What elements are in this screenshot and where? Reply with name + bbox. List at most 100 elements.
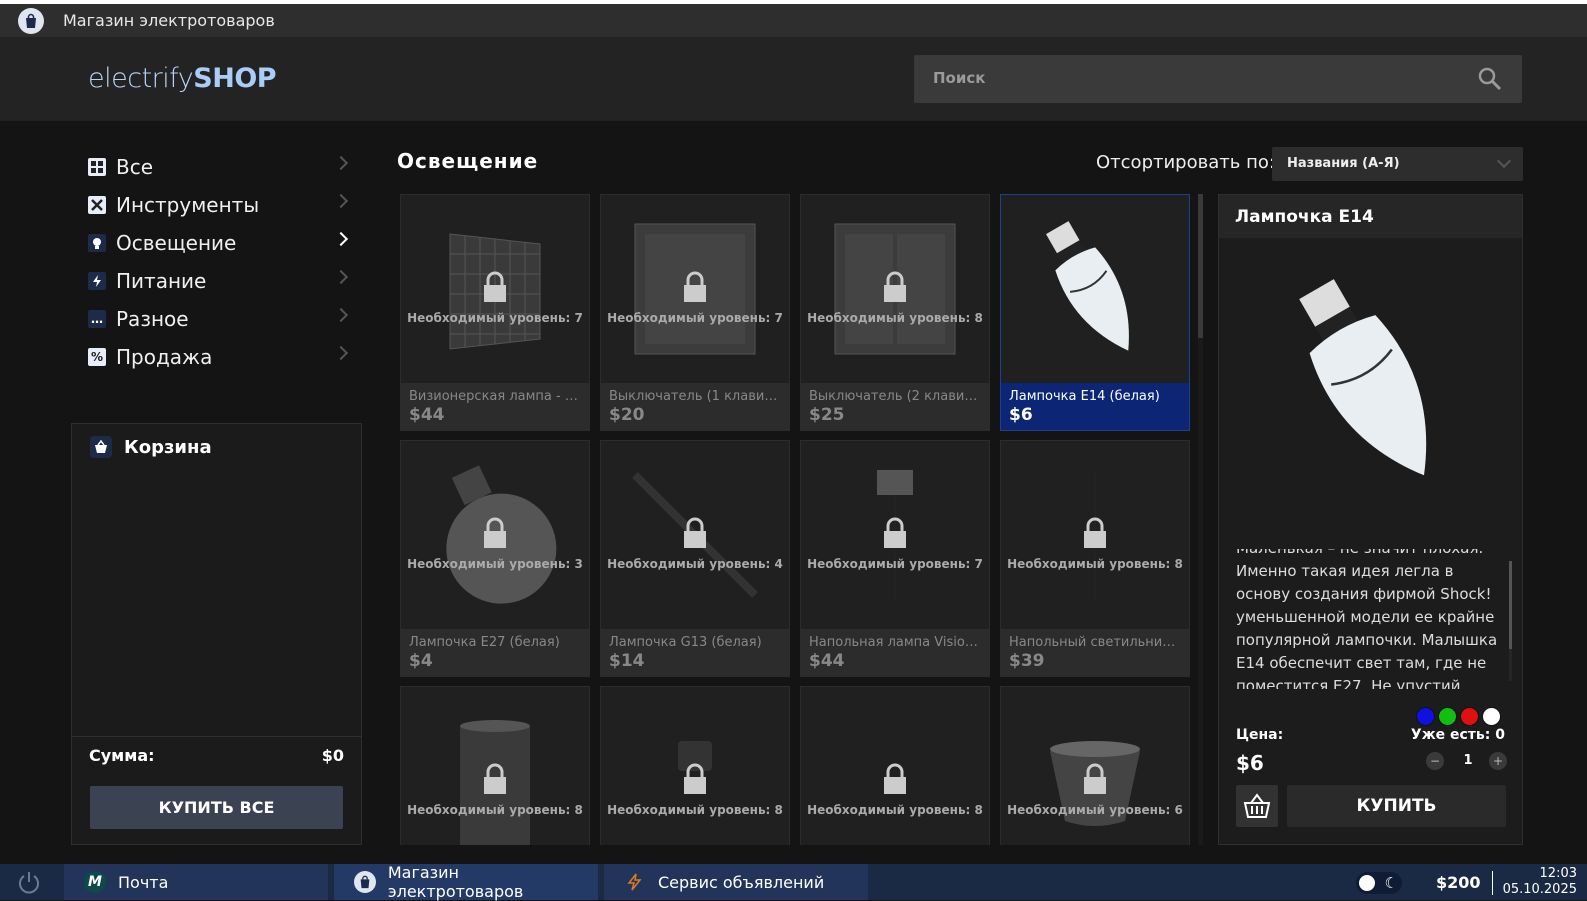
required-level: Необходимый уровень: 6	[1007, 803, 1183, 817]
clock: 12:03 05.10.2025	[1503, 866, 1577, 898]
product-card[interactable]: Необходимый уровень: 6	[1000, 686, 1190, 845]
product-detail-panel: Лампочка E14 Маленькая – не значит плоха…	[1218, 194, 1523, 845]
required-level: Необходимый уровень: 7	[807, 557, 983, 571]
product-footer: Выключатель (2 клавиши) $25	[801, 383, 989, 430]
quantity-value[interactable]: 1	[1462, 753, 1474, 768]
color-swatch-green[interactable]	[1438, 707, 1457, 726]
category-label: Все	[116, 155, 154, 179]
product-card[interactable]: Необходимый уровень: 8 Напольный светиль…	[1000, 440, 1190, 677]
description-scrollbar[interactable]	[1509, 561, 1512, 681]
price-label: Цена:	[1236, 727, 1284, 743]
product-name: Лампочка E27 (белая)	[409, 635, 560, 650]
add-to-cart-button[interactable]	[1236, 785, 1278, 827]
lock-icon	[484, 517, 506, 548]
lock-icon	[1084, 517, 1106, 548]
color-swatch-blue[interactable]	[1416, 707, 1435, 726]
divider	[72, 736, 361, 737]
grid-icon	[88, 158, 106, 176]
grid-scrollbar[interactable]	[1198, 194, 1203, 845]
category-label: Инструменты	[116, 193, 260, 217]
taskbar-label: Магазин электротоваров	[387, 863, 524, 901]
product-name: Выключатель (1 клавиша)	[609, 389, 781, 404]
category-tools[interactable]: Инструменты	[88, 186, 358, 224]
product-price: $44	[809, 651, 845, 671]
cart-sum-value: $0	[321, 746, 344, 765]
scrollbar-thumb[interactable]	[1198, 194, 1203, 338]
category-list: Все Инструменты Освещение Питание … Разн…	[88, 148, 358, 376]
decrement-button[interactable]: −	[1426, 752, 1444, 770]
required-level: Необходимый уровень: 8	[807, 311, 983, 325]
taskbar-item-mail[interactable]: M Почта	[64, 864, 328, 900]
product-card[interactable]: Необходимый уровень: 7 Визионерская ламп…	[400, 194, 590, 431]
basket-icon	[1243, 793, 1271, 818]
owned-count: Уже есть: 0	[1410, 727, 1505, 743]
product-card[interactable]: Необходимый уровень: 7 Выключатель (1 кл…	[600, 194, 790, 431]
required-level: Необходимый уровень: 8	[1007, 557, 1183, 571]
product-card[interactable]: Необходимый уровень: 3 Лампочка E27 (бел…	[400, 440, 590, 677]
product-card[interactable]: Необходимый уровень: 7 Напольная лампа V…	[800, 440, 990, 677]
search-input[interactable]: Поиск	[914, 55, 1522, 103]
shop-bag-icon	[354, 871, 376, 893]
product-name: Выключатель (2 клавиши)	[809, 389, 981, 404]
balance: $200	[1436, 873, 1481, 892]
required-level: Необходимый уровень: 8	[407, 803, 583, 817]
chevron-right-icon	[333, 231, 349, 247]
detail-title: Лампочка E14	[1235, 207, 1374, 227]
cart-sum-label: Сумма:	[89, 746, 155, 765]
logo-part2: SHOP	[193, 63, 277, 94]
category-misc[interactable]: … Разное	[88, 300, 358, 338]
category-lighting[interactable]: Освещение	[88, 224, 358, 262]
taskbar-item-ads[interactable]: Сервис объявлений	[604, 864, 868, 900]
increment-button[interactable]: +	[1489, 752, 1507, 770]
product-name: Напольная лампа Visiona...	[809, 635, 981, 650]
search-icon[interactable]	[1478, 67, 1502, 91]
logo-part1: electrify	[88, 63, 194, 94]
required-level: Необходимый уровень: 8	[607, 803, 783, 817]
required-level: Необходимый уровень: 4	[607, 557, 783, 571]
color-swatch-white[interactable]	[1482, 707, 1501, 726]
category-sale[interactable]: % Продажа	[88, 338, 358, 376]
product-card[interactable]: Необходимый уровень: 8 Выключатель (2 кл…	[800, 194, 990, 431]
lock-icon	[1084, 763, 1106, 794]
category-all[interactable]: Все	[88, 148, 358, 186]
product-footer: Лампочка E14 (белая) $6	[1001, 383, 1189, 430]
category-label: Освещение	[116, 231, 237, 255]
chevron-right-icon	[333, 155, 349, 171]
sort-select[interactable]: Названия (А-Я)	[1272, 147, 1523, 181]
product-card[interactable]: Необходимый уровень: 8	[400, 686, 590, 845]
clock-time: 12:03	[1539, 866, 1577, 881]
lock-icon	[884, 763, 906, 794]
taskbar-item-shop[interactable]: Магазин электротоваров	[334, 863, 598, 901]
chevron-right-icon	[333, 307, 349, 323]
color-swatch-red[interactable]	[1460, 707, 1479, 726]
buy-all-button[interactable]: КУПИТЬ ВСЕ	[90, 786, 343, 829]
chevron-right-icon	[333, 345, 349, 361]
lock-icon	[684, 271, 706, 302]
sort-value: Названия (А-Я)	[1287, 156, 1400, 171]
shop-logo[interactable]: electrifySHOP	[88, 63, 277, 94]
dots-icon: …	[88, 310, 106, 328]
category-power[interactable]: Питание	[88, 262, 358, 300]
chevron-right-icon	[333, 193, 349, 209]
product-name: Лампочка G13 (белая)	[609, 635, 762, 650]
product-price: $25	[809, 405, 845, 425]
product-footer: Напольная лампа Visiona... $44	[801, 629, 989, 676]
theme-toggle[interactable]: ☾	[1356, 872, 1402, 894]
detail-product-image	[1299, 279, 1427, 476]
taskbar-label: Сервис объявлений	[658, 872, 825, 892]
buy-button[interactable]: КУПИТЬ	[1287, 785, 1506, 827]
lock-icon	[484, 763, 506, 794]
power-icon[interactable]	[16, 870, 42, 896]
product-card[interactable]: Необходимый уровень: 4 Лампочка G13 (бел…	[600, 440, 790, 677]
mail-icon: M	[84, 871, 106, 893]
shop-bag-icon	[18, 7, 44, 34]
scrollbar-thumb[interactable]	[1509, 561, 1512, 649]
moon-icon: ☾	[1384, 874, 1398, 892]
detail-price: $6	[1236, 751, 1264, 775]
clock-date: 05.10.2025	[1502, 882, 1577, 897]
product-card[interactable]: Необходимый уровень: 8	[600, 686, 790, 845]
product-card[interactable]: Необходимый уровень: 8	[800, 686, 990, 845]
required-level: Необходимый уровень: 7	[407, 311, 583, 325]
product-card-selected[interactable]: Лампочка E14 (белая) $6	[1000, 194, 1190, 431]
quantity-stepper: − 1 +	[1426, 752, 1509, 770]
